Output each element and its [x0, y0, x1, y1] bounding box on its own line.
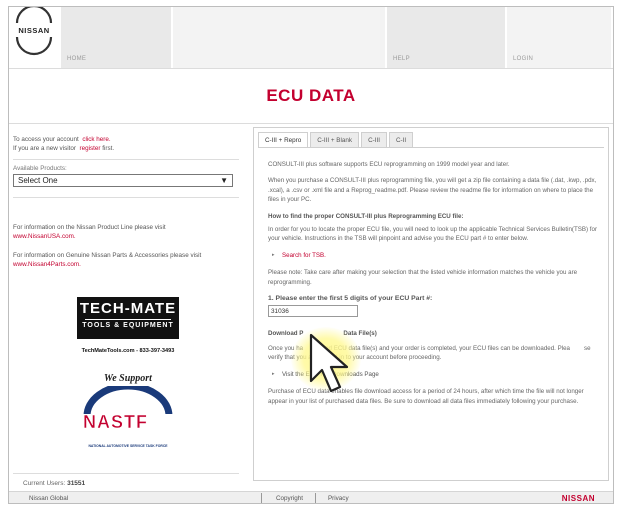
techmate-banner[interactable]: TECH-MATE TOOLS & EQUIPMENT TechMateTool…	[77, 297, 179, 367]
techmate-name: TECH-MATE	[79, 300, 177, 317]
nissan4parts-link[interactable]: www.Nissan4Parts.com.	[13, 260, 239, 269]
products-label: Available Products:	[13, 165, 67, 172]
nav-blank	[171, 7, 385, 68]
product-line-info: For information on the Nissan Product Li…	[13, 223, 239, 241]
logo-text: NISSAN	[18, 26, 49, 35]
current-users-count: 31551	[67, 480, 86, 487]
step1-label: 1. Please enter the first 5 digits of yo…	[268, 295, 433, 303]
techmate-sub: TOOLS & EQUIPMENT	[82, 322, 174, 329]
nissanusa-link[interactable]: www.NissanUSA.com.	[13, 232, 239, 241]
nav-login[interactable]: LOGIN	[505, 7, 611, 68]
intro-text: CONSULT-III plus software supports ECU r…	[268, 161, 510, 168]
nav-home[interactable]: HOME	[59, 7, 171, 68]
register-link[interactable]: register	[80, 145, 101, 152]
login-link[interactable]: click here.	[82, 136, 110, 143]
page-title-bar: ECU DATA	[9, 68, 613, 124]
nastf-support[interactable]: We Support NASTF NATIONAL AUTOMOTIVE SER…	[53, 373, 203, 448]
nastf-full-name: NATIONAL AUTOMOTIVE SERVICE TASK FORCE	[88, 444, 168, 448]
nissan-logo[interactable]: NISSAN	[9, 7, 59, 68]
ecu-part-input[interactable]: 31036	[268, 305, 358, 318]
products-select[interactable]: Select One ▼	[13, 174, 233, 187]
privacy-link[interactable]: Privacy	[328, 493, 349, 503]
footer-links: Copyright Privacy	[261, 493, 349, 503]
ecu-panel: C-III + Repro C-III + Blank C-III C-II C…	[253, 127, 609, 481]
nissan-logo-icon: NISSAN	[12, 7, 56, 56]
nav-help[interactable]: HELP	[385, 7, 505, 68]
tab-c3-blank[interactable]: C-III + Blank	[310, 132, 360, 148]
divider	[13, 159, 239, 160]
current-users: Current Users: 31551	[23, 480, 86, 487]
tsb-text: In order for you to locate the proper EC…	[268, 226, 598, 243]
nissan-global-link[interactable]: Nissan Global	[29, 495, 68, 502]
divider	[13, 197, 239, 198]
divider	[13, 473, 239, 474]
parts-info: For information on Genuine Nissan Parts …	[13, 251, 239, 269]
nastf-logo: NASTF NATIONAL AUTOMOTIVE SERVICE TASK F…	[75, 386, 181, 448]
left-sidebar: To access your account click here. If yo…	[9, 125, 243, 487]
tab-c3-repro[interactable]: C-III + Repro	[258, 132, 309, 148]
nastf-word: NASTF	[83, 412, 148, 433]
tab-c3[interactable]: C-III	[361, 132, 387, 148]
we-support-text: We Support	[104, 373, 152, 384]
purchase-text: When you purchase a CONSULT-III plus rep…	[268, 177, 597, 204]
mouse-pointer-icon	[309, 333, 349, 393]
page-frame: NISSAN HOME HELP LOGIN ECU DATA To acces…	[8, 6, 614, 504]
techmate-web: TechMateTools.com - 833-397-3493	[81, 348, 175, 354]
how-to-heading: How to find the proper CONSULT-III plus …	[268, 212, 464, 220]
tab-bar: C-III + Repro C-III + Blank C-III C-II	[258, 132, 415, 148]
copyright-link[interactable]: Copyright	[276, 493, 303, 503]
account-box: To access your account click here. If yo…	[13, 136, 115, 152]
search-tsb-link[interactable]: Search for TSB.	[268, 251, 598, 261]
chevron-down-icon: ▼	[220, 176, 228, 185]
site-footer: Nissan Global Copyright Privacy NISSAN	[9, 491, 613, 503]
footer-brand: NISSAN	[561, 494, 595, 503]
tab-c2[interactable]: C-II	[388, 132, 414, 148]
page-title: ECU DATA	[266, 86, 356, 105]
site-header: NISSAN HOME HELP LOGIN	[9, 7, 613, 68]
note-text: Please note: Take care after making your…	[268, 269, 578, 286]
available-products: Available Products: Select One ▼	[13, 165, 239, 187]
